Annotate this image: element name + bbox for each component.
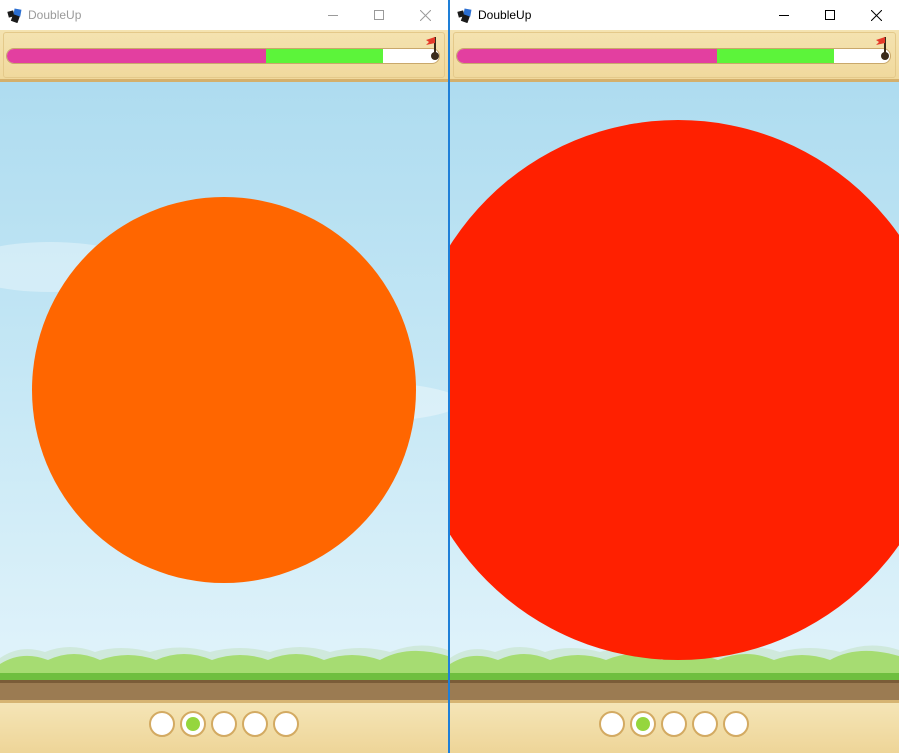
close-icon (870, 9, 882, 21)
minimize-button[interactable] (310, 0, 356, 30)
level-dot (723, 711, 749, 737)
progress-bar (7, 49, 439, 63)
minimize-button[interactable] (761, 0, 807, 30)
level-dot (149, 711, 175, 737)
level-dot (661, 711, 687, 737)
progress-fill-pink (457, 49, 717, 63)
window-title: DoubleUp (478, 8, 532, 22)
game-area[interactable] (0, 82, 448, 700)
progress-fill-green (266, 49, 383, 63)
level-dot (180, 711, 206, 737)
maximize-button[interactable] (807, 0, 853, 30)
game-window-right: DoubleUp (450, 0, 899, 753)
maximize-icon (374, 10, 384, 20)
maximize-icon (825, 10, 835, 20)
window-title: DoubleUp (28, 8, 82, 22)
title-bar[interactable]: DoubleUp (450, 0, 899, 30)
level-indicator (149, 711, 299, 737)
close-icon (419, 9, 431, 21)
game-area[interactable] (450, 82, 899, 700)
level-dot (211, 711, 237, 737)
progress-fill-pink (7, 49, 267, 63)
level-dot (630, 711, 656, 737)
level-indicator (599, 711, 749, 737)
app-icon (7, 8, 22, 23)
maximize-button[interactable] (356, 0, 402, 30)
level-dot (273, 711, 299, 737)
level-dot (599, 711, 625, 737)
game-window-left: DoubleUp (0, 0, 448, 753)
close-button[interactable] (402, 0, 448, 30)
goal-flag-icon (426, 37, 439, 60)
target-circle[interactable] (450, 120, 899, 660)
level-dot (242, 711, 268, 737)
close-button[interactable] (853, 0, 899, 30)
minimize-icon (328, 15, 338, 16)
progress-fill-green (716, 49, 834, 63)
ground-scenery (0, 645, 448, 700)
minimize-icon (779, 15, 789, 16)
target-circle[interactable] (32, 197, 416, 583)
level-dot (692, 711, 718, 737)
title-bar[interactable]: DoubleUp (0, 0, 448, 30)
app-icon (457, 8, 472, 23)
progress-bar (457, 49, 890, 63)
goal-flag-icon (876, 37, 889, 60)
